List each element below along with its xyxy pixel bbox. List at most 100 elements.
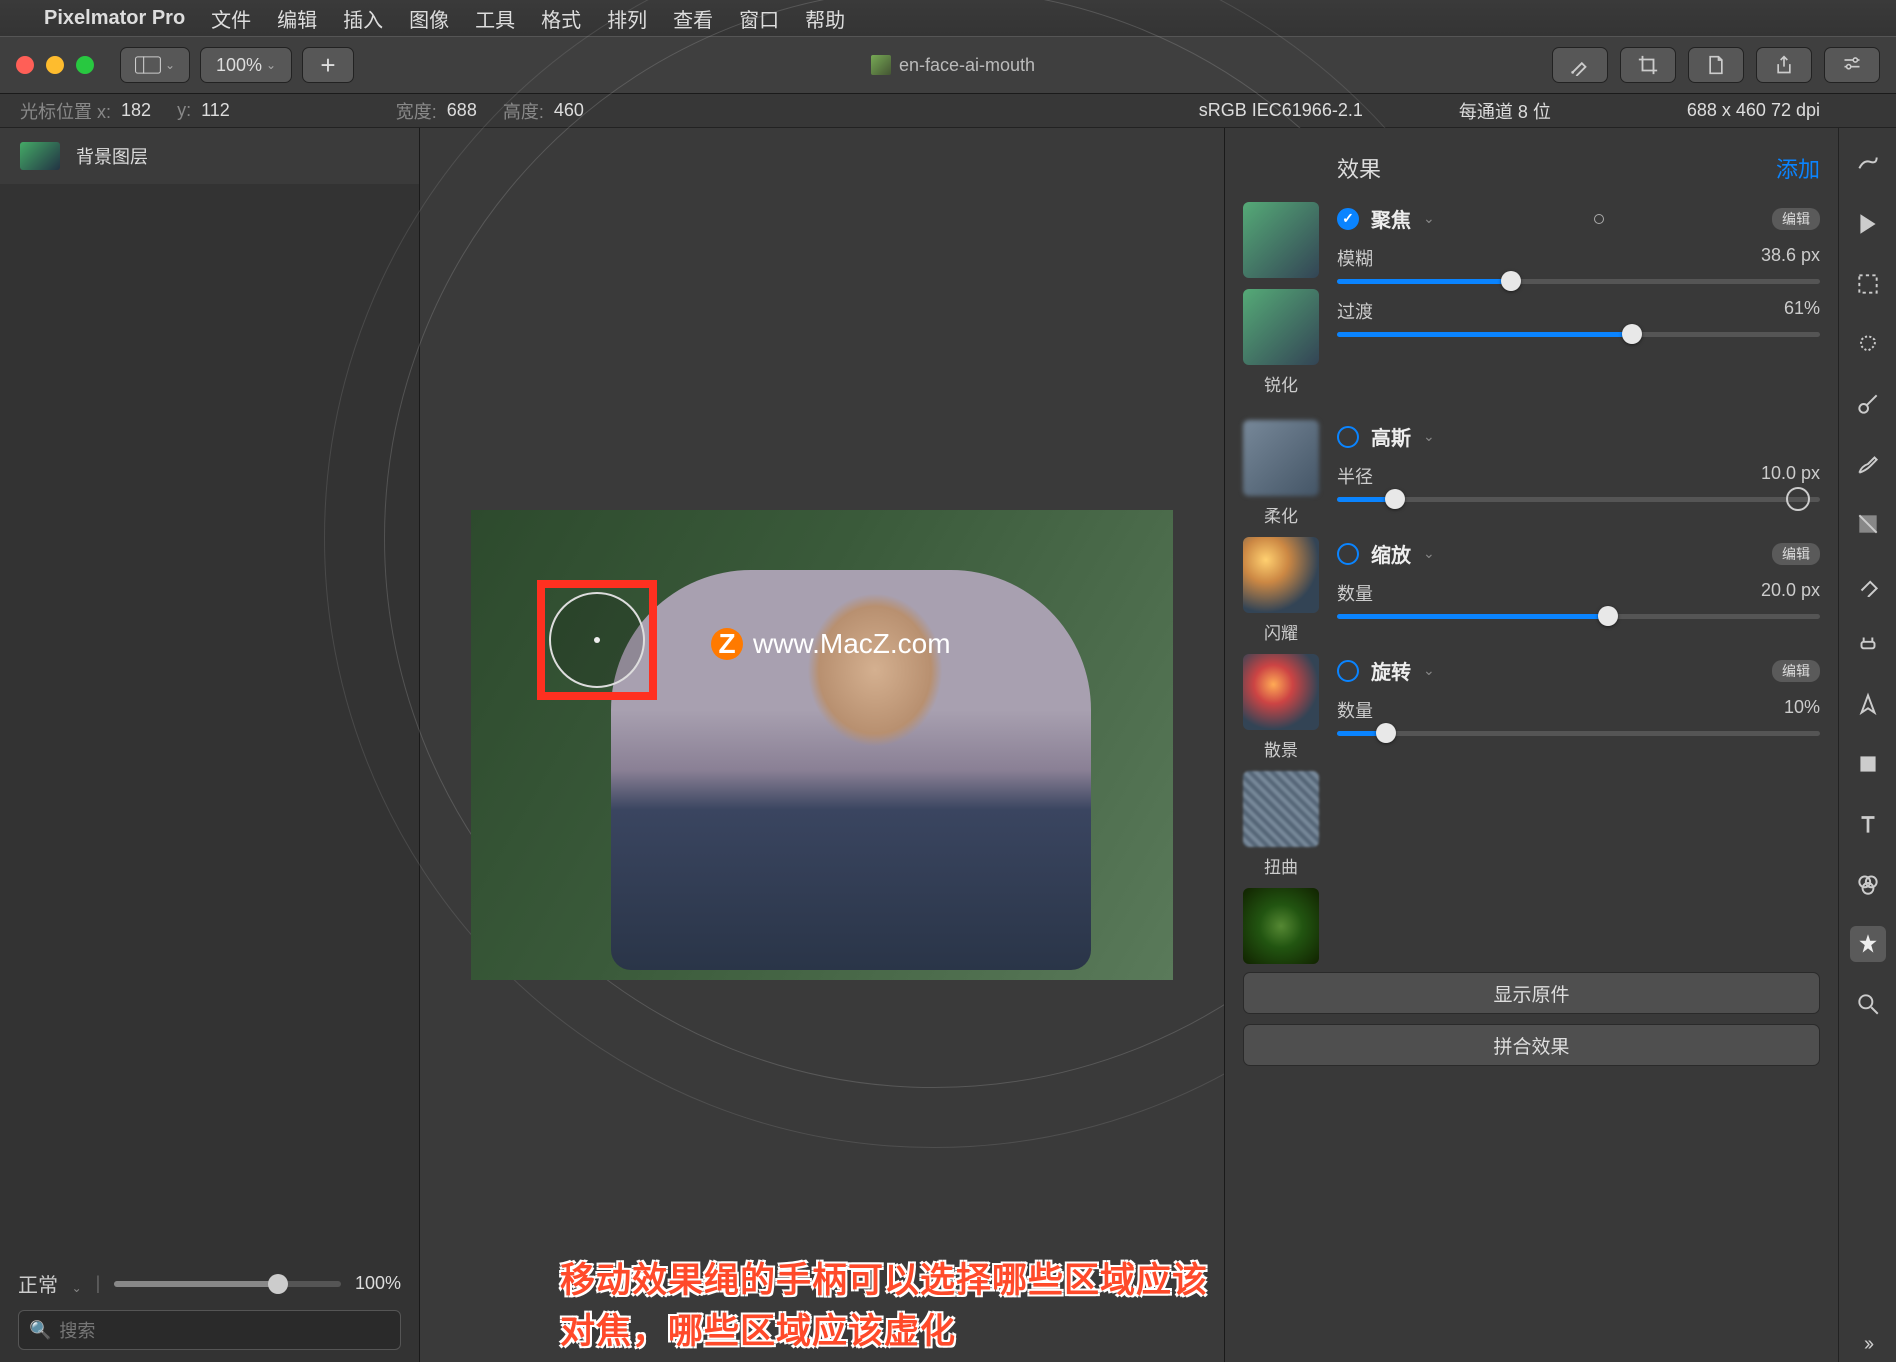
zoom-edit-button[interactable]: 编辑: [1772, 543, 1820, 565]
menu-image[interactable]: 图像: [409, 4, 449, 33]
menu-file[interactable]: 文件: [211, 4, 251, 33]
zoom-dropdown[interactable]: 100%⌄: [200, 47, 292, 83]
menu-window[interactable]: 窗口: [739, 4, 779, 33]
preset-thumb-kaleidoscope[interactable]: [1243, 888, 1319, 964]
marquee-tool[interactable]: [1850, 266, 1886, 302]
close-window-button[interactable]: [16, 56, 34, 74]
width-value: 688: [447, 100, 477, 121]
zoom-amount-value: 20.0 px: [1761, 580, 1820, 606]
spin-effect-title[interactable]: 旋转: [1371, 656, 1411, 685]
height-label: 高度:: [503, 98, 544, 124]
new-doc-button[interactable]: [1688, 47, 1744, 83]
paint-tool[interactable]: [1850, 446, 1886, 482]
blur-slider[interactable]: [1337, 279, 1820, 284]
canvas-image[interactable]: Z www.MacZ.com: [471, 510, 1173, 980]
cursor-y-label: y:: [177, 100, 191, 121]
preset-label-sharpen: 锐化: [1264, 371, 1298, 396]
gaussian-effect-title[interactable]: 高斯: [1371, 422, 1411, 451]
watermark: Z www.MacZ.com: [711, 628, 951, 660]
add-button[interactable]: +: [302, 47, 354, 83]
chevron-down-icon[interactable]: ⌄: [1423, 662, 1435, 679]
erase-tool[interactable]: [1850, 566, 1886, 602]
focus-rope-handle-icon[interactable]: [1594, 214, 1604, 224]
gradient-tool[interactable]: [1850, 506, 1886, 542]
window-controls: [16, 56, 94, 74]
color-adjust-tool[interactable]: [1850, 866, 1886, 902]
zoom-tool[interactable]: [1850, 986, 1886, 1022]
menu-edit[interactable]: 编辑: [277, 4, 317, 33]
spin-amount-slider[interactable]: [1337, 731, 1820, 736]
layer-search-input[interactable]: 🔍 搜索: [18, 1310, 401, 1350]
color-select-tool[interactable]: [1850, 386, 1886, 422]
sidebar-toggle-button[interactable]: ⌄: [120, 47, 190, 83]
transition-slider[interactable]: [1337, 332, 1820, 337]
menu-help[interactable]: 帮助: [805, 4, 845, 33]
canvas-area[interactable]: Z www.MacZ.com 移动效果绳的手柄可以选择哪些区域应该对焦，哪些区域…: [420, 128, 1224, 1362]
preset-thumb-sharpen[interactable]: [1243, 289, 1319, 365]
app-name[interactable]: Pixelmator Pro: [44, 7, 185, 30]
blend-mode-select[interactable]: 正常 ⌄: [18, 1269, 82, 1298]
spin-edit-button[interactable]: 编辑: [1772, 660, 1820, 682]
transition-label: 过渡: [1337, 298, 1373, 324]
radius-label: 半径: [1337, 463, 1373, 489]
repair-tool[interactable]: [1850, 626, 1886, 662]
document-icon: [871, 55, 891, 75]
watermark-z-icon: Z: [711, 628, 743, 660]
cursor-x-value: 182: [121, 100, 151, 121]
flatten-effects-button[interactable]: 拼合效果: [1243, 1024, 1820, 1066]
menu-arrange[interactable]: 排列: [607, 4, 647, 33]
type-tool[interactable]: [1850, 806, 1886, 842]
effects-tool[interactable]: [1850, 926, 1886, 962]
blur-value: 38.6 px: [1761, 245, 1820, 271]
status-bar: 光标位置 x: 182 y: 112 宽度: 688 高度: 460 sRGB …: [0, 94, 1896, 128]
preset-label-distort: 扭曲: [1264, 853, 1298, 878]
arrange-tool[interactable]: [1850, 206, 1886, 242]
share-button[interactable]: [1756, 47, 1812, 83]
window-toolbar: ⌄ 100%⌄ + en-face-ai-mouth: [0, 36, 1896, 94]
spin-amount-label: 数量: [1337, 697, 1373, 723]
gaussian-checkbox[interactable]: [1337, 426, 1359, 448]
document-title: en-face-ai-mouth: [354, 55, 1552, 76]
menu-tools[interactable]: 工具: [475, 4, 515, 33]
focus-edit-button[interactable]: 编辑: [1772, 208, 1820, 230]
chevron-down-icon[interactable]: ⌄: [1423, 428, 1435, 445]
crop-button[interactable]: [1620, 47, 1676, 83]
radius-slider[interactable]: [1337, 497, 1820, 502]
zoom-effect-title[interactable]: 缩放: [1371, 539, 1411, 568]
preset-thumb-distort[interactable]: [1243, 771, 1319, 847]
preset-thumb-none[interactable]: [1243, 202, 1319, 278]
preset-thumb-soften[interactable]: [1243, 420, 1319, 496]
dimensions-dpi: 688 x 460 72 dpi: [1687, 100, 1820, 121]
spin-amount-value: 10%: [1784, 697, 1820, 723]
layer-row[interactable]: 背景图层: [0, 128, 419, 184]
focus-effect-title[interactable]: 聚焦: [1371, 204, 1411, 233]
preset-thumb-bokeh[interactable]: [1243, 654, 1319, 730]
effects-add-button[interactable]: 添加: [1776, 152, 1820, 184]
free-select-tool[interactable]: [1850, 326, 1886, 362]
style-tool[interactable]: [1850, 146, 1886, 182]
opacity-slider[interactable]: [114, 1281, 341, 1287]
chevron-down-icon[interactable]: ⌄: [1423, 545, 1435, 562]
effects-header: 效果: [1337, 152, 1381, 184]
menu-view[interactable]: 查看: [673, 4, 713, 33]
preset-thumb-flare[interactable]: [1243, 537, 1319, 613]
chevron-down-icon[interactable]: ⌄: [1423, 210, 1435, 227]
more-tools[interactable]: ››: [1850, 1326, 1886, 1362]
tool-rail: ››: [1838, 128, 1896, 1362]
fullscreen-window-button[interactable]: [76, 56, 94, 74]
color-picker-button[interactable]: [1552, 47, 1608, 83]
pen-tool[interactable]: [1850, 686, 1886, 722]
menu-insert[interactable]: 插入: [343, 4, 383, 33]
shape-tool[interactable]: [1850, 746, 1886, 782]
minimize-window-button[interactable]: [46, 56, 64, 74]
zoom-amount-slider[interactable]: [1337, 614, 1820, 619]
preset-label-flare: 闪耀: [1264, 619, 1298, 644]
zoom-checkbox[interactable]: [1337, 543, 1359, 565]
system-menubar: Pixelmator Pro 文件 编辑 插入 图像 工具 格式 排列 查看 窗…: [0, 0, 1896, 36]
menu-format[interactable]: 格式: [541, 4, 581, 33]
spin-checkbox[interactable]: [1337, 660, 1359, 682]
sliders-button[interactable]: [1824, 47, 1880, 83]
focus-checkbox[interactable]: [1337, 208, 1359, 230]
effect-rope-handle[interactable]: [549, 592, 645, 688]
show-original-button[interactable]: 显示原件: [1243, 972, 1820, 1014]
